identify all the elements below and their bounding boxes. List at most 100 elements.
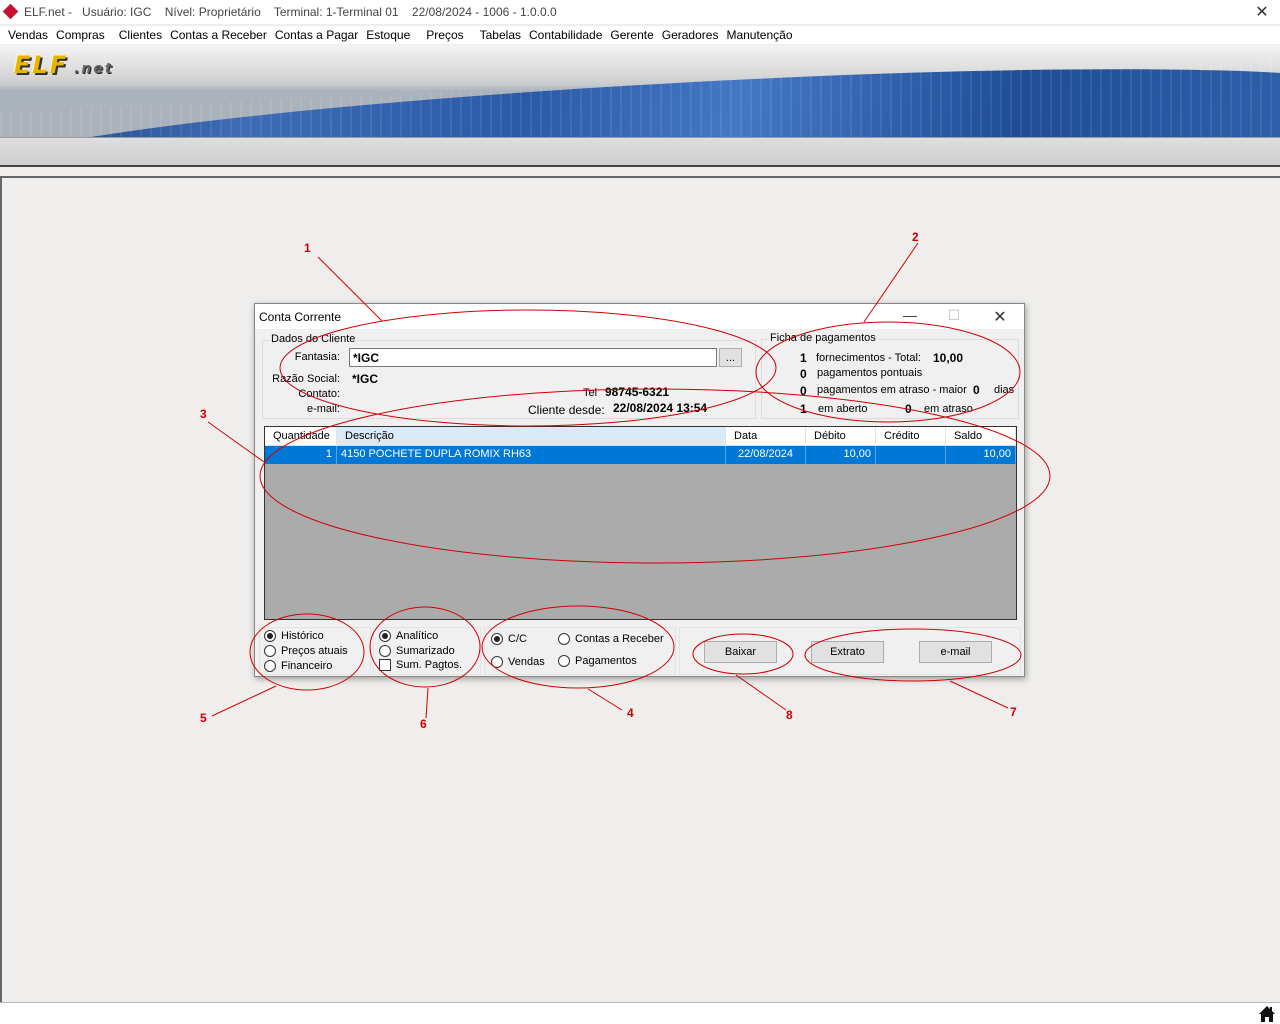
precos-atuais-radio[interactable]: Preços atuais [264,645,348,657]
fantasia-input[interactable]: *IGC [349,348,717,367]
cc-radio-label: C/C [508,633,527,645]
fantasia-label: Fantasia: [294,351,340,363]
logo-suffix: .net [74,61,114,77]
dias-label: dias [994,384,1015,396]
pagamentos-radio[interactable]: Pagamentos [558,655,637,667]
ficha-pagamentos-legend: Ficha de pagamentos [768,332,878,344]
menu-gerente[interactable]: Gerente [606,28,657,42]
app-logo-icon [4,5,18,19]
home-icon[interactable] [1258,1005,1276,1023]
baixar-button[interactable]: Baixar [704,641,777,663]
fornecimentos-total: 10,00 [933,351,964,365]
title-bar: ELF.net - Usuário: IGC Nível: Proprietár… [0,0,1280,24]
financeiro-radio-indicator [264,660,276,672]
aberto-label: em aberto [818,403,868,415]
historico-radio[interactable]: Histórico [264,630,324,642]
dialog-minimize-button[interactable]: — [890,307,930,327]
cc-radio[interactable]: C/C [491,633,527,645]
cell-credito [876,446,946,464]
annotation-label-2: 2 [912,230,919,244]
menu-estoque[interactable]: Estoque [362,28,414,42]
sum-pagtos-checkbox-indicator [379,659,391,671]
sumarizado-radio-indicator [379,645,391,657]
sum-pagtos-label: Sum. Pagtos. [396,659,463,671]
annotation-label-1: 1 [304,241,311,255]
menu-compras[interactable]: Compras [52,28,109,42]
pagamentos-radio-label: Pagamentos [575,655,637,667]
col-saldo[interactable]: Saldo [946,427,1016,445]
historico-radio-label: Histórico [281,630,324,642]
sum-pagtos-checkbox[interactable]: Sum. Pagtos. [379,659,462,671]
cell-saldo: 10,00 [946,446,1016,464]
dialog-maximize-button[interactable]: ☐ [934,307,974,327]
menu-contas-a-receber[interactable]: Contas a Receber [166,28,271,42]
app-banner: ELF .net [0,45,1280,137]
analitico-radio-indicator [379,630,391,642]
email-label: e-mail: [306,403,340,415]
pontuais-count: 0 [800,367,807,381]
contas-receber-radio-label: Contas a Receber [575,633,664,645]
dialog-title-bar: Conta Corrente — ☐ ✕ [255,304,1024,329]
menu-precos[interactable]: Preços [422,28,467,42]
analitico-radio[interactable]: Analítico [379,630,438,642]
annotation-label-4: 4 [627,706,634,720]
menu-contas-a-pagar[interactable]: Contas a Pagar [271,28,362,42]
col-data[interactable]: Data [726,427,806,445]
sumarizado-radio-label: Sumarizado [396,645,455,657]
contato-label: Contato: [298,388,340,400]
table-row[interactable]: 1 4150 POCHETE DUPLA ROMIX RH63 22/08/20… [265,446,1016,464]
annotation-label-6: 6 [420,717,427,731]
pagamentos-radio-indicator [558,655,570,667]
cc-radio-indicator [491,633,503,645]
col-credito[interactable]: Crédito [876,427,946,445]
dialog-close-button[interactable]: ✕ [980,307,1020,327]
logo-text: ELF [14,51,69,79]
precos-atuais-radio-label: Preços atuais [281,645,348,657]
dados-cliente-legend: Dados do Cliente [269,333,358,345]
financeiro-radio[interactable]: Financeiro [264,660,332,672]
grid-header: Quantidade Descrição Data Débito Crédito… [265,427,1016,446]
pontuais-label: pagamentos pontuais [817,367,923,379]
extrato-button[interactable]: Extrato [811,641,884,663]
cliente-desde-value: 22/08/2024 13:54 [613,401,708,415]
menu-geradores[interactable]: Geradores [658,28,723,42]
annotation-label-7: 7 [1010,705,1017,719]
status-bar [0,1002,1280,1024]
col-quantidade[interactable]: Quantidade [265,427,337,445]
vendas-radio-label: Vendas [508,656,545,668]
cell-descricao: 4150 POCHETE DUPLA ROMIX RH63 [337,446,726,464]
window-close-button[interactable]: ✕ [1252,2,1272,22]
fornecimentos-count: 1 [800,351,807,365]
historico-radio-indicator [264,630,276,642]
col-debito[interactable]: Débito [806,427,876,445]
atraso-label: pagamentos em atraso - maior [817,384,967,396]
window-title: ELF.net - Usuário: IGC Nível: Proprietár… [24,5,557,19]
razao-social-label: Razão Social: [272,373,340,385]
tel-label: Tel [583,387,598,399]
menu-vendas[interactable]: Vendas [4,28,52,42]
conta-corrente-dialog: Conta Corrente — ☐ ✕ Dados do Cliente Fa… [254,303,1025,677]
menu-clientes[interactable]: Clientes [115,28,166,42]
atraso-maior-value: 0 [973,383,980,397]
annotation-label-5: 5 [200,711,207,725]
em-atraso-label: em atraso [924,403,973,415]
tel-value: 98745-6321 [605,385,670,399]
sumarizado-radio[interactable]: Sumarizado [379,645,455,657]
dialog-title: Conta Corrente [259,309,342,324]
conta-corrente-grid[interactable]: Quantidade Descrição Data Débito Crédito… [264,426,1017,620]
col-descricao[interactable]: Descrição [337,427,726,445]
atraso-count: 0 [800,384,807,398]
menu-contabilidade[interactable]: Contabilidade [525,28,606,42]
vendas-radio[interactable]: Vendas [491,656,545,668]
contas-receber-radio[interactable]: Contas a Receber [558,633,664,645]
contas-receber-radio-indicator [558,633,570,645]
menu-bar: Vendas Compras Clientes Contas a Receber… [0,26,1280,44]
email-button[interactable]: e-mail [919,641,992,663]
browse-cliente-button[interactable]: ... [719,348,742,367]
annotation-label-8: 8 [786,708,793,722]
annotation-label-3: 3 [200,407,207,421]
cell-debito: 10,00 [806,446,876,464]
cliente-desde-label: Cliente desde: [528,403,605,417]
menu-tabelas[interactable]: Tabelas [476,28,525,42]
menu-manutencao[interactable]: Manutenção [722,28,796,42]
